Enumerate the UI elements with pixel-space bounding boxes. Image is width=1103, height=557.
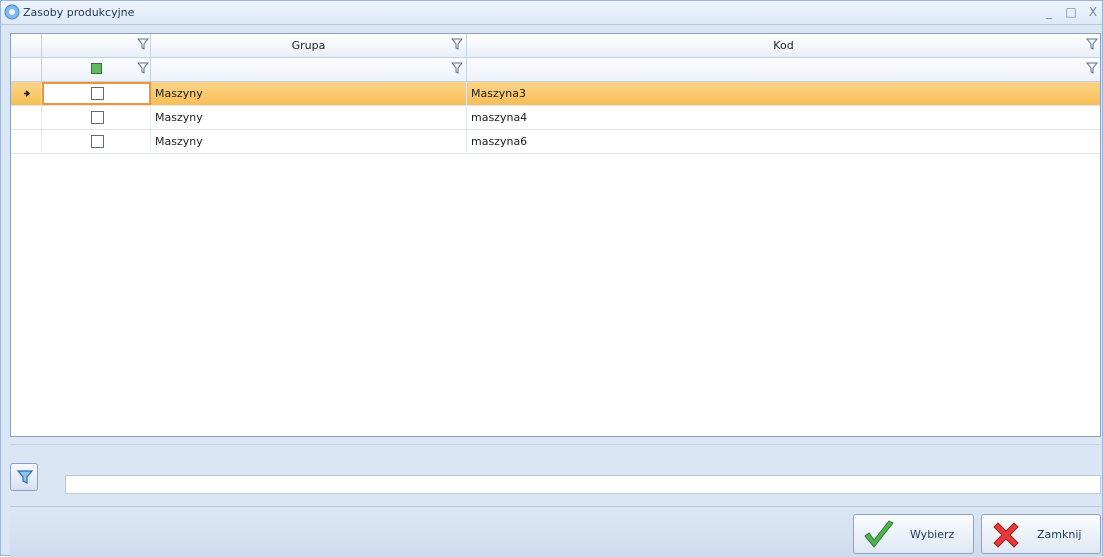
dialog-window: Zasoby produkcyjne _ □ X Grupa Kod Maszy… xyxy=(0,0,1103,557)
filter-checkbox-indeterminate[interactable] xyxy=(91,63,102,74)
app-gear-icon xyxy=(4,4,20,20)
filter-funnel-icon[interactable] xyxy=(1086,38,1098,50)
select-button[interactable]: Wybierz xyxy=(853,514,974,554)
select-button-label: Wybierz xyxy=(910,528,955,541)
check-cell[interactable] xyxy=(42,82,151,105)
kod-cell[interactable]: maszyna4 xyxy=(467,106,1100,129)
filter-cell-kod[interactable] xyxy=(467,58,1100,81)
maximize-button[interactable]: □ xyxy=(1063,4,1079,20)
row-indicator xyxy=(11,82,42,105)
row-indicator xyxy=(11,106,42,129)
filter-funnel-icon xyxy=(17,470,33,484)
window-title: Zasoby produkcyjne xyxy=(23,6,135,19)
kod-cell[interactable]: Maszyna3 xyxy=(467,82,1100,105)
filter-cell-grupa[interactable] xyxy=(151,58,467,81)
check-cell[interactable] xyxy=(42,106,151,129)
column-header-kod[interactable]: Kod xyxy=(467,34,1100,57)
grupa-cell[interactable]: Maszyny xyxy=(151,82,467,105)
row-checkbox[interactable] xyxy=(91,135,104,148)
kod-value: Maszyna3 xyxy=(471,87,526,100)
grupa-value: Maszyny xyxy=(155,111,203,124)
kod-value: maszyna4 xyxy=(471,111,528,124)
column-header-label: Kod xyxy=(773,39,794,52)
row-checkbox[interactable] xyxy=(91,111,104,124)
check-cell[interactable] xyxy=(42,130,151,153)
filter-funnel-icon[interactable] xyxy=(451,62,463,74)
auto-filter-row xyxy=(11,58,1100,82)
table-row[interactable]: Maszyny maszyna6 xyxy=(11,130,1100,154)
close-button[interactable]: Zamknij xyxy=(981,514,1101,554)
close-window-button[interactable]: X xyxy=(1085,4,1101,20)
checkmark-icon xyxy=(864,520,894,548)
title-bar[interactable]: Zasoby produkcyjne _ □ X xyxy=(1,1,1102,25)
resources-grid: Grupa Kod Maszyny Maszyna3 Maszyny maszy… xyxy=(10,33,1101,437)
filter-cell-check[interactable] xyxy=(42,58,151,81)
column-header-check[interactable] xyxy=(42,34,151,57)
red-x-icon xyxy=(993,522,1019,548)
kod-cell[interactable]: maszyna6 xyxy=(467,130,1100,153)
grupa-value: Maszyny xyxy=(155,135,203,148)
column-header-grupa[interactable]: Grupa xyxy=(151,34,467,57)
filter-button[interactable] xyxy=(10,463,38,491)
button-panel: Wybierz Zamknij xyxy=(10,506,1101,557)
column-header-label: Grupa xyxy=(291,39,326,52)
minimize-button[interactable]: _ xyxy=(1041,4,1057,20)
filter-funnel-icon[interactable] xyxy=(137,38,149,50)
filter-funnel-icon[interactable] xyxy=(451,38,463,50)
row-indicator-header xyxy=(11,34,42,57)
filter-funnel-icon[interactable] xyxy=(1086,62,1098,74)
filter-expression-field[interactable] xyxy=(65,475,1101,494)
grupa-cell[interactable]: Maszyny xyxy=(151,106,467,129)
table-row[interactable]: Maszyny Maszyna3 xyxy=(11,82,1100,106)
row-indicator-filter xyxy=(11,58,42,81)
kod-value: maszyna6 xyxy=(471,135,528,148)
filter-funnel-icon[interactable] xyxy=(137,62,149,74)
row-checkbox[interactable] xyxy=(91,87,104,100)
grupa-cell[interactable]: Maszyny xyxy=(151,130,467,153)
close-button-label: Zamknij xyxy=(1037,528,1082,541)
grupa-value: Maszyny xyxy=(155,87,203,100)
row-indicator xyxy=(11,130,42,153)
current-row-arrow-icon xyxy=(24,90,31,97)
filter-bar xyxy=(10,444,1101,505)
table-row[interactable]: Maszyny maszyna4 xyxy=(11,106,1100,130)
column-header-row: Grupa Kod xyxy=(11,34,1100,58)
